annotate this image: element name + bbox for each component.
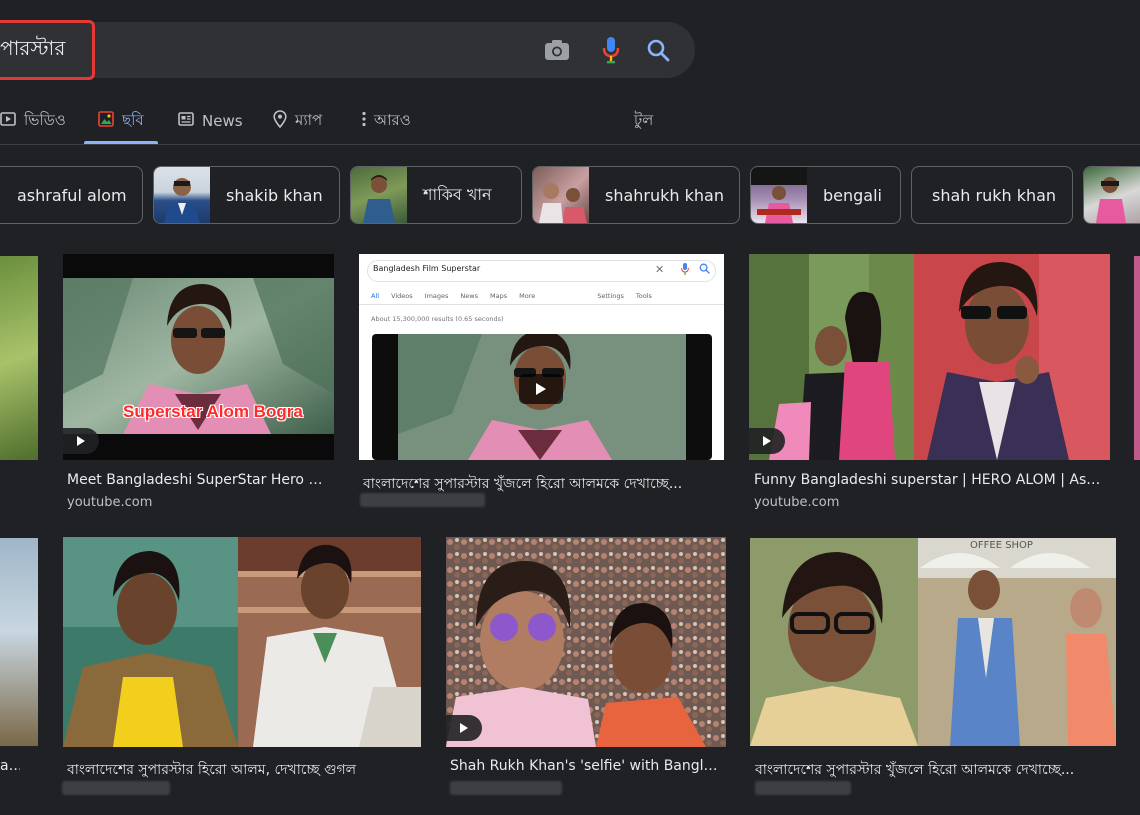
tab-videos[interactable]: ভিডিও bbox=[0, 98, 66, 144]
shop-sign-text: OFFEE SHOP bbox=[970, 540, 1033, 551]
chip-thumbnail bbox=[751, 167, 807, 223]
inner-tab: Tools bbox=[635, 292, 652, 300]
tab-news[interactable]: News bbox=[178, 98, 243, 144]
video-play-badge bbox=[749, 428, 785, 454]
inner-tab: News bbox=[460, 292, 478, 300]
chip-shakib-khan[interactable]: shakib khan bbox=[153, 166, 340, 224]
inner-search-icon bbox=[699, 263, 710, 274]
chip-label: shah rukh khan bbox=[932, 185, 1057, 205]
query-highlight-box bbox=[0, 20, 95, 80]
tabs-divider bbox=[0, 144, 1140, 145]
chip-thumbnail bbox=[533, 167, 589, 223]
result-title-edge[interactable]: a... bbox=[0, 758, 20, 774]
play-icon bbox=[763, 436, 771, 446]
inner-tab: Images bbox=[424, 292, 449, 300]
chip-shahrukh-khan[interactable]: shahrukh khan bbox=[532, 166, 740, 224]
chip-label: shahrukh khan bbox=[605, 185, 724, 205]
chip-partial[interactable] bbox=[1083, 166, 1140, 224]
inner-tab: Settings bbox=[597, 292, 624, 300]
chip-label: shakib khan bbox=[226, 185, 323, 205]
tab-maps[interactable]: ম্যাপ bbox=[273, 98, 322, 144]
chip-shakib-khan-bangla[interactable]: শাকিব খান bbox=[350, 166, 522, 224]
result-image-edge-1[interactable] bbox=[0, 256, 38, 460]
result-source-5-blurred bbox=[450, 781, 562, 795]
result-title-1[interactable]: Meet Bangladeshi SuperStar Hero Al... bbox=[67, 472, 329, 488]
result-source-3[interactable]: youtube.com bbox=[754, 495, 839, 510]
inner-tab: All bbox=[371, 292, 380, 300]
images-icon bbox=[98, 111, 114, 131]
tab-more[interactable]: আরও bbox=[362, 98, 411, 144]
chip-label: bengali bbox=[823, 185, 882, 205]
inner-tab: More bbox=[519, 292, 536, 300]
chip-shah-rukh-khan[interactable]: shah rukh khan bbox=[911, 166, 1073, 224]
news-icon bbox=[178, 112, 194, 130]
inner-tab: Videos bbox=[391, 292, 413, 300]
play-icon bbox=[519, 374, 563, 404]
inner-divider bbox=[359, 304, 724, 305]
result-title-5[interactable]: Shah Rukh Khan's 'selfie' with Banglad..… bbox=[450, 758, 722, 774]
chip-ashraful-alom[interactable]: ashraful alom bbox=[0, 166, 143, 224]
tab-tools[interactable]: টুল bbox=[634, 98, 653, 144]
more-dots-icon bbox=[362, 111, 366, 131]
search-icon[interactable] bbox=[644, 36, 672, 64]
result-title-4[interactable]: বাংলাদেশের সুপারস্টার হিরো আলম, দেখাচ্ছে… bbox=[67, 758, 417, 782]
result-image-edge-3[interactable] bbox=[0, 538, 38, 746]
result-source-4-blurred bbox=[62, 781, 170, 795]
chip-thumbnail bbox=[351, 167, 407, 223]
inner-results-count: About 15,300,000 results (0.65 seconds) bbox=[371, 315, 504, 323]
result-image-2[interactable]: Bangladesh Film Superstar ✕ All Videos I… bbox=[359, 254, 724, 460]
inner-search-query: Bangladesh Film Superstar bbox=[373, 264, 481, 273]
camera-icon[interactable] bbox=[543, 36, 571, 64]
tab-news-label: News bbox=[202, 112, 243, 130]
search-box[interactable] bbox=[0, 22, 695, 78]
tab-videos-label: ভিডিও bbox=[24, 110, 66, 129]
video-play-badge bbox=[446, 715, 482, 741]
result-source-6-blurred bbox=[755, 781, 851, 795]
inner-close-icon: ✕ bbox=[655, 263, 665, 276]
tab-more-label: আরও bbox=[374, 110, 411, 129]
video-overlay-caption: Superstar Alom Bogra bbox=[123, 402, 303, 421]
video-play-badge bbox=[63, 428, 99, 454]
result-image-5[interactable] bbox=[446, 537, 726, 747]
play-icon bbox=[77, 436, 85, 446]
result-image-edge-2[interactable] bbox=[1134, 256, 1140, 460]
result-source-2-blurred bbox=[360, 493, 485, 507]
result-image-1[interactable]: Superstar Alom Bogra bbox=[63, 254, 334, 460]
tab-images[interactable]: ছবি bbox=[84, 98, 158, 144]
chip-bengali[interactable]: bengali bbox=[750, 166, 901, 224]
result-image-3[interactable] bbox=[749, 254, 1110, 460]
microphone-icon[interactable] bbox=[597, 36, 625, 64]
chip-thumbnail bbox=[154, 167, 210, 223]
result-image-6[interactable]: OFFEE SHOP bbox=[750, 538, 1116, 746]
tab-images-label: ছবি bbox=[122, 110, 144, 129]
result-title-3[interactable]: Funny Bangladeshi superstar | HERO ALOM … bbox=[754, 472, 1104, 488]
search-tabs: ভিডিও ছবি News ম্যাপ আরও টুল bbox=[0, 98, 1140, 144]
play-icon bbox=[460, 723, 468, 733]
inner-tab: Maps bbox=[490, 292, 508, 300]
inner-tabs: All Videos Images News Maps More Setting… bbox=[371, 292, 652, 300]
result-title-6[interactable]: বাংলাদেশের সুপারস্টার খুঁজলে হিরো আলমকে … bbox=[755, 758, 1110, 782]
chip-label: শাকিব খান bbox=[423, 184, 492, 204]
result-image-4[interactable] bbox=[63, 537, 421, 747]
tab-maps-label: ম্যাপ bbox=[295, 110, 323, 129]
result-source-1[interactable]: youtube.com bbox=[67, 495, 152, 510]
map-pin-icon bbox=[273, 110, 287, 132]
video-icon bbox=[0, 111, 16, 131]
chip-thumbnail bbox=[1084, 167, 1140, 223]
search-results-page: পারস্টার ভিডিও ছবি News ম্যাপ আরও টুল as… bbox=[0, 0, 1140, 815]
tab-tools-label: টুল bbox=[634, 110, 654, 129]
inner-video-thumbnail bbox=[372, 334, 712, 460]
chip-label: ashraful alom bbox=[17, 185, 127, 205]
inner-microphone-icon bbox=[681, 263, 689, 275]
